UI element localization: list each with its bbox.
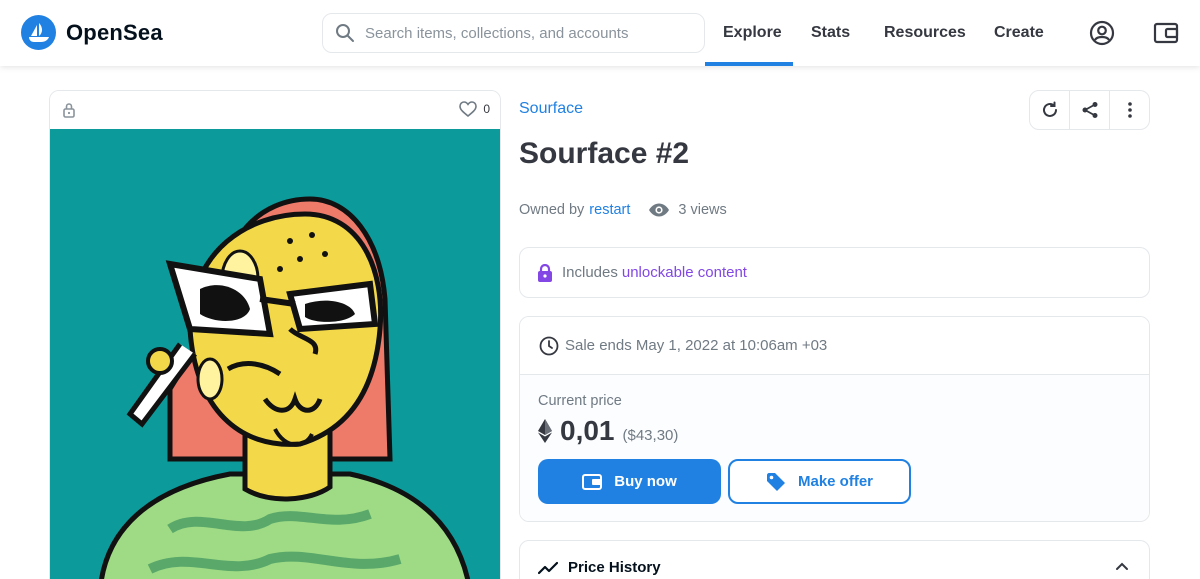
trend-line-icon <box>538 561 558 574</box>
buy-now-label: Buy now <box>614 473 677 490</box>
nav-explore[interactable]: Explore <box>723 0 782 66</box>
lock-icon <box>63 103 75 118</box>
ethereum-icon <box>538 419 552 443</box>
image-card-header: 0 <box>50 91 500 129</box>
sale-end-text: Sale ends May 1, 2022 at 10:06am +03 <box>565 337 828 354</box>
nft-artwork[interactable] <box>50 129 500 579</box>
search-bar[interactable] <box>322 13 705 53</box>
more-vertical-icon <box>1127 102 1132 118</box>
wallet-icon[interactable] <box>1152 19 1180 47</box>
share-button[interactable] <box>1070 91 1110 129</box>
price-section: Current price 0,01 ($43,30) Buy now Make… <box>520 375 1149 521</box>
price-history-label: Price History <box>568 559 661 576</box>
sale-panel: Sale ends May 1, 2022 at 10:06am +03 Cur… <box>519 316 1150 522</box>
opensea-logo-icon <box>21 15 56 50</box>
ownership-row: Owned by restart 3 views <box>519 202 727 218</box>
clock-icon <box>539 336 559 355</box>
wallet-icon <box>582 473 603 490</box>
refresh-button[interactable] <box>1030 91 1070 129</box>
active-nav-indicator <box>705 62 793 66</box>
refresh-icon <box>1042 101 1057 117</box>
price-row: 0,01 ($43,30) <box>538 415 678 447</box>
tag-icon <box>766 472 785 491</box>
item-title: Sourface #2 <box>519 137 690 170</box>
unlockable-prefix: Includes <box>562 264 618 281</box>
top-navbar: OpenSea Explore Stats Resources Create <box>0 0 1200 66</box>
brand-name: OpenSea <box>66 19 163 45</box>
owned-by-label: Owned by <box>519 202 585 218</box>
brand-logo[interactable]: OpenSea <box>21 15 163 50</box>
heart-icon <box>459 101 478 117</box>
nav-stats[interactable]: Stats <box>811 0 850 66</box>
price-history-header: Price History <box>538 559 661 576</box>
share-icon <box>1082 102 1097 118</box>
views-count: 3 views <box>648 202 727 218</box>
favorite-button[interactable]: 0 <box>459 101 490 117</box>
unlockable-content-banner: Includes unlockable content <box>519 247 1150 298</box>
current-price-label: Current price <box>538 393 622 409</box>
nav-resources[interactable]: Resources <box>884 0 966 66</box>
account-icon[interactable] <box>1088 19 1116 47</box>
favorite-count: 0 <box>483 102 490 116</box>
price-value: 0,01 <box>560 415 615 446</box>
sale-end-row: Sale ends May 1, 2022 at 10:06am +03 <box>520 317 1149 375</box>
make-offer-label: Make offer <box>797 473 874 490</box>
search-icon <box>336 24 354 42</box>
purple-lock-icon <box>538 263 552 282</box>
item-actions-toolbar <box>1029 90 1150 130</box>
nav-create[interactable]: Create <box>994 0 1044 66</box>
chevron-up-icon[interactable] <box>1115 561 1129 571</box>
buy-now-button[interactable]: Buy now <box>538 459 721 504</box>
price-usd: ($43,30) <box>622 427 679 444</box>
price-history-panel[interactable]: Price History <box>519 540 1150 579</box>
owner-link[interactable]: restart <box>589 202 630 218</box>
eye-icon <box>649 203 670 217</box>
search-input[interactable] <box>365 24 685 42</box>
item-image-card: 0 <box>49 90 501 579</box>
unlockable-link[interactable]: unlockable content <box>622 264 747 281</box>
more-options-button[interactable] <box>1110 91 1149 129</box>
views-text: 3 views <box>678 202 727 218</box>
collection-link[interactable]: Sourface <box>519 100 583 118</box>
make-offer-button[interactable]: Make offer <box>728 459 911 504</box>
